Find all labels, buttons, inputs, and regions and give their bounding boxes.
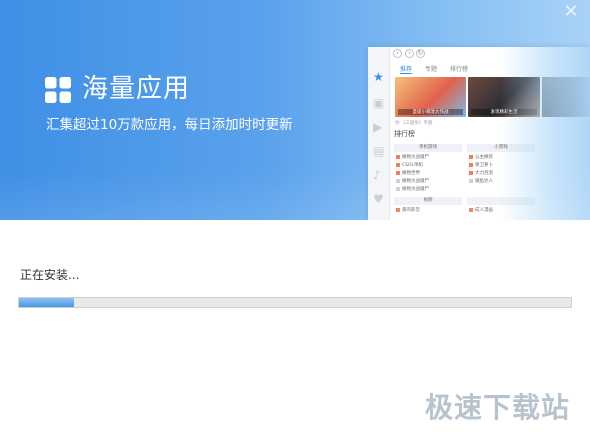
preview-tab-recommend: 推荐 xyxy=(400,66,413,74)
preview-ranking-list: 成人漫画 xyxy=(467,197,535,215)
preview-ranking-list: 视频 暴风影音 xyxy=(394,197,462,215)
heart-icon: ♥ xyxy=(373,192,384,206)
preview-section-title: 排行榜 xyxy=(394,130,415,138)
preview-fade xyxy=(500,47,590,220)
banner-subtitle: 汇集超过10万款应用，每日添加时时更新 xyxy=(46,117,293,133)
forward-icon: › xyxy=(405,49,414,58)
preview-tab-topics: 专题 xyxy=(425,66,438,73)
close-button[interactable]: ✕ xyxy=(562,3,580,21)
preview-caption: 你 《三国杀》专题 xyxy=(395,121,433,126)
install-progress-fill xyxy=(19,298,75,307)
install-progress-bar xyxy=(18,297,572,308)
preview-sidebar: ★ ▣ ▶ ▤ ♪ ♥ xyxy=(368,47,390,220)
gamepad-icon: ▣ xyxy=(373,96,385,110)
music-icon: ♪ xyxy=(373,168,381,182)
app-store-preview: ★ ▣ ▶ ▤ ♪ ♥ ‹ › ↻ 推荐 专题 排行榜 圣诞小萌宠大作战 发现精… xyxy=(368,47,590,220)
install-status: 正在安装... xyxy=(20,268,80,282)
grid-four-squares-icon xyxy=(45,77,71,103)
star-icon: ★ xyxy=(373,70,384,84)
preview-banner-image: 圣诞小萌宠大作战 xyxy=(395,77,466,117)
chat-icon: ▤ xyxy=(373,144,385,158)
banner-title: 海量应用 xyxy=(82,74,191,104)
watermark: 极速下载站 xyxy=(424,391,570,424)
refresh-icon: ↻ xyxy=(416,49,425,58)
close-icon: ✕ xyxy=(563,1,579,22)
video-icon: ▶ xyxy=(373,120,383,134)
banner: ✕ 海量应用 汇集超过10万款应用，每日添加时时更新 ★ ▣ ▶ ▤ ♪ ♥ ‹… xyxy=(0,0,590,220)
back-icon: ‹ xyxy=(393,49,402,58)
preview-ranking-list: 单机游戏 植物大战僵尸 CSOL单机 植物世界 植物大战僵尸 植物大战僵尸 xyxy=(394,144,462,194)
preview-tab-ranking: 排行榜 xyxy=(450,66,469,73)
